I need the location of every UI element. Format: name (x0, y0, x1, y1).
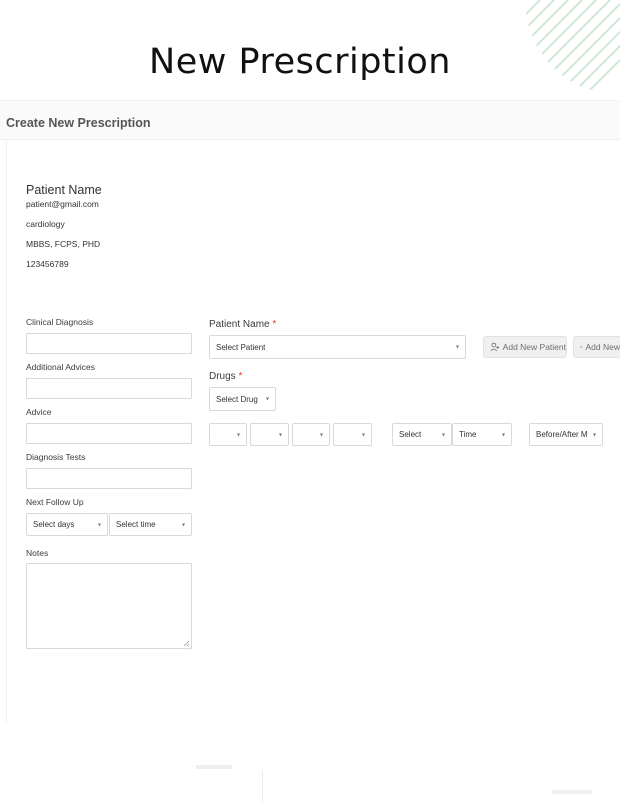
divider (552, 790, 592, 794)
time-select-value: Time (459, 430, 477, 439)
follow-up-time-select[interactable]: Select time ▾ (109, 513, 192, 536)
page-title: Create New Prescription (6, 116, 151, 130)
patient-name-label: Patient Name * (209, 319, 277, 330)
required-mark: * (272, 319, 277, 330)
select-patient-dropdown[interactable]: Select Patient ▾ (209, 335, 466, 359)
chevron-down-icon: ▾ (181, 522, 185, 528)
clinical-diagnosis-input[interactable] (26, 333, 192, 354)
chevron-down-icon: ▾ (455, 344, 459, 351)
resize-handle-icon[interactable] (183, 640, 190, 647)
chevron-down-icon: ▾ (265, 396, 269, 403)
dose-select-value: Select (399, 430, 422, 439)
patient-email: patient@gmail.com (26, 199, 99, 209)
dose-select[interactable]: Select ▾ (392, 423, 452, 446)
plus-circle-icon (580, 345, 583, 349)
additional-advices-input[interactable] (26, 378, 192, 399)
dose-night-select[interactable]: ▾ (333, 423, 372, 446)
add-new-patient-button[interactable]: Add New Patient (483, 336, 567, 358)
divider (196, 765, 232, 769)
meal-timing-value: Before/After M (536, 430, 588, 439)
follow-up-days-select[interactable]: Select days ▾ (26, 513, 108, 536)
dose-morning-select[interactable]: ▾ (209, 423, 247, 446)
select-drug-dropdown[interactable]: Select Drug ▾ (209, 387, 276, 411)
add-new-patient-label: Add New Patient (502, 342, 566, 352)
patient-phone: 123456789 (26, 259, 69, 269)
chevron-down-icon: ▾ (592, 432, 596, 438)
add-new-label: Add New (585, 342, 620, 352)
dose-noon-select[interactable]: ▾ (250, 423, 289, 446)
drugs-label: Drugs * (209, 371, 243, 382)
diagnosis-tests-label: Diagnosis Tests (26, 452, 86, 462)
chevron-down-icon: ▾ (501, 432, 505, 438)
chevron-down-icon: ▾ (97, 522, 101, 528)
advice-input[interactable] (26, 423, 192, 444)
advice-label: Advice (26, 407, 52, 417)
chevron-down-icon: ▾ (361, 432, 365, 438)
dose-evening-select[interactable]: ▾ (292, 423, 330, 446)
chevron-down-icon: ▾ (236, 432, 240, 438)
patient-degrees: MBBS, FCPS, PHD (26, 239, 101, 249)
required-mark: * (238, 371, 243, 382)
notes-textarea[interactable] (26, 563, 192, 649)
hero-title: New Prescription (149, 42, 451, 82)
chevron-down-icon: ▾ (278, 432, 282, 438)
meal-timing-select[interactable]: Before/After M ▾ (529, 423, 603, 446)
additional-advices-label: Additional Advices (26, 362, 95, 372)
notes-label: Notes (26, 548, 49, 558)
time-select[interactable]: Time ▾ (452, 423, 512, 446)
page-header: Create New Prescription (0, 100, 620, 140)
chevron-down-icon: ▾ (319, 432, 323, 438)
select-drug-value: Select Drug (216, 394, 258, 404)
diagnosis-tests-input[interactable] (26, 468, 192, 489)
follow-up-time-value: Select time (116, 520, 156, 529)
follow-up-days-value: Select days (33, 520, 75, 529)
select-patient-value: Select Patient (216, 342, 266, 352)
next-follow-up-label: Next Follow Up (26, 497, 84, 507)
patient-name: Patient Name (26, 183, 102, 197)
divider (262, 770, 263, 803)
add-new-button[interactable]: Add New (573, 336, 620, 358)
user-add-icon (490, 342, 500, 352)
clinical-diagnosis-label: Clinical Diagnosis (26, 317, 94, 327)
patient-specialty: cardiology (26, 219, 65, 229)
chevron-down-icon: ▾ (441, 432, 445, 438)
